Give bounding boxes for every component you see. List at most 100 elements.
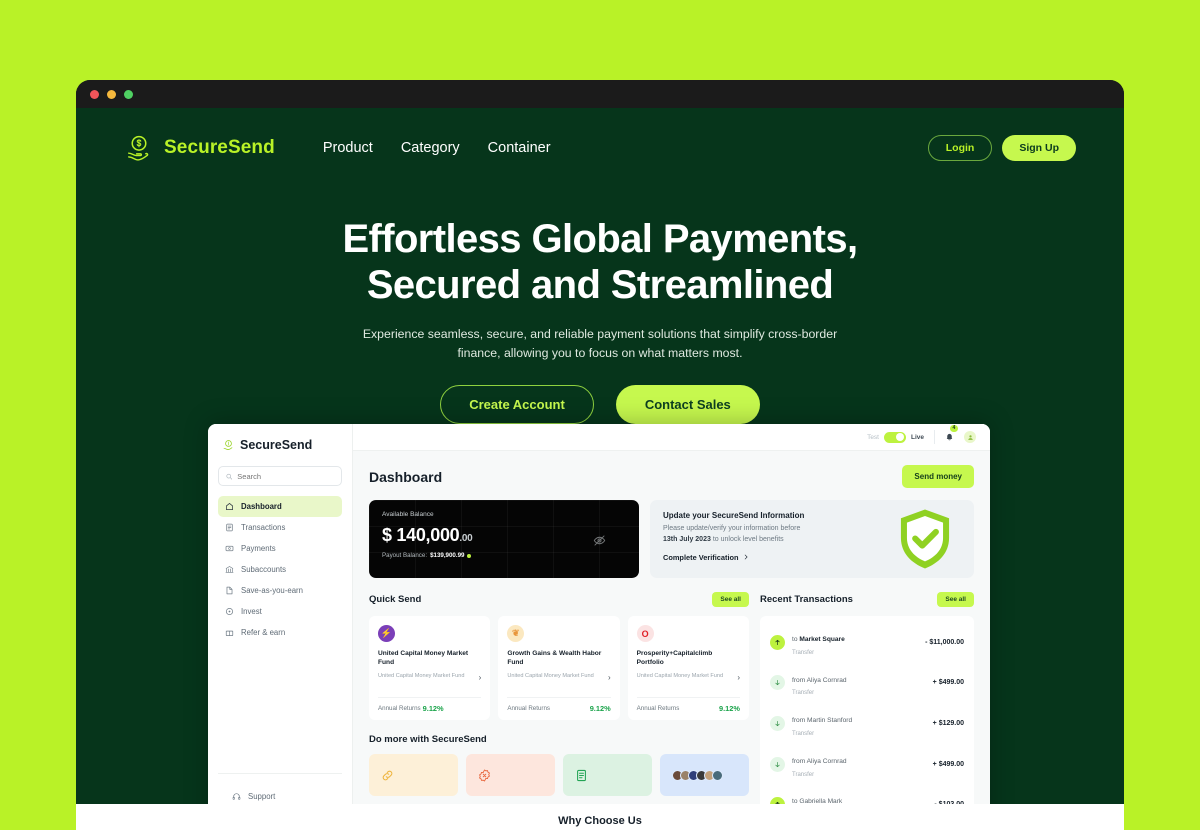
- transaction-amount: + $499.00: [932, 760, 964, 768]
- avatar-icon: [967, 434, 973, 440]
- do-more-tile-invoice[interactable]: [563, 754, 652, 796]
- sidebar-item-payments[interactable]: Payments: [218, 538, 342, 559]
- fund-icon: O: [636, 625, 654, 642]
- transactions-see-all-button[interactable]: See all: [937, 592, 974, 607]
- transaction-row[interactable]: from Aliya Cornrad Transfer + $499.00: [768, 744, 966, 785]
- create-account-button[interactable]: Create Account: [440, 384, 594, 424]
- sidebar-item-label: Subaccounts: [241, 565, 287, 574]
- sidebar-item-subaccounts[interactable]: Subaccounts: [218, 559, 342, 580]
- browser-window: SecureSend Product Category Container Lo…: [76, 80, 1124, 830]
- do-more-tile-badge[interactable]: [466, 754, 555, 796]
- do-more-tile-team[interactable]: [660, 754, 749, 796]
- fund-returns-row: Annual Returns 9.12%: [636, 697, 740, 713]
- sidebar-item-save-as-you-earn[interactable]: Save-as-you-earn: [218, 580, 342, 601]
- sidebar-item-transactions[interactable]: Transactions: [218, 517, 342, 538]
- sidebar-item-invest[interactable]: Invest: [218, 601, 342, 622]
- fund-card[interactable]: O Prosperity+Capitalclimb Portfolio Unit…: [627, 616, 749, 720]
- nav-link-container[interactable]: Container: [488, 140, 551, 156]
- arrow-down-icon: [770, 675, 785, 691]
- site-header: SecureSend Product Category Container Lo…: [76, 108, 1124, 188]
- shield-check-icon: [900, 509, 950, 569]
- arrow-up-icon: [770, 634, 785, 650]
- eye-off-icon[interactable]: [593, 534, 606, 547]
- sidebar-item-refer-and-earn[interactable]: Refer & earn: [218, 622, 342, 643]
- fund-card[interactable]: ❦ Growth Gains & Wealth Habor Fund Unite…: [498, 616, 620, 720]
- verification-body-line2: to unlock level benefits: [710, 535, 784, 543]
- quick-send-header: Quick Send See all: [369, 592, 749, 607]
- landing-page: SecureSend Product Category Container Lo…: [76, 108, 1124, 830]
- notifications-button[interactable]: 4: [945, 425, 958, 446]
- chevron-right-icon[interactable]: ›: [608, 673, 611, 682]
- fund-name: Growth Gains & Wealth Habor Fund: [507, 650, 602, 666]
- verification-body: Please update/verify your information be…: [663, 524, 843, 546]
- complete-verification-label: Complete Verification: [663, 552, 739, 562]
- nav-link-product[interactable]: Product: [323, 140, 373, 156]
- nav-link-category[interactable]: Category: [401, 140, 460, 156]
- quick-send-title: Quick Send: [369, 594, 422, 605]
- transaction-row[interactable]: to Market Square Transfer - $11,000.00: [768, 622, 966, 663]
- environment-switch: Test Live: [867, 431, 924, 443]
- fund-card[interactable]: ⚡ United Capital Money Market Fund Unite…: [369, 616, 491, 720]
- mode-test-label: Test: [867, 433, 879, 441]
- fund-middle-row: United Capital Money Market Fund ›: [507, 673, 610, 682]
- fund-subtitle: United Capital Money Market Fund: [507, 673, 594, 680]
- search-input[interactable]: [237, 471, 334, 481]
- recent-transactions-title: Recent Transactions: [760, 594, 853, 605]
- topbar-divider: [934, 430, 935, 444]
- arrow-down-icon: [770, 756, 785, 772]
- fund-name: United Capital Money Market Fund: [378, 650, 469, 666]
- home-icon: [226, 503, 233, 510]
- site-brand-name: SecureSend: [164, 137, 275, 158]
- dashboard-brand-name: SecureSend: [240, 438, 313, 452]
- fund-returns-value: 9.12%: [719, 704, 740, 713]
- fund-name: Prosperity+Capitalclimb Portfolio: [636, 650, 713, 666]
- card-icon: [225, 545, 234, 552]
- fund-icon: ⚡: [378, 625, 395, 642]
- contact-sales-button[interactable]: Contact Sales: [615, 384, 760, 424]
- transaction-row[interactable]: from Aliya Cornrad Transfer + $499.00: [768, 663, 966, 704]
- do-more-tile-payment-link[interactable]: [369, 754, 458, 796]
- transaction-type: Transfer: [792, 649, 815, 656]
- why-choose-us-section: Why Choose Us: [76, 804, 1124, 830]
- fund-subtitle: United Capital Money Market Fund: [378, 673, 465, 680]
- summary-cards: Available Balance $ 140,000.00 Payout Ba…: [369, 500, 974, 578]
- dashboard-main: Test Live 4 Dashboard Send money Availab…: [353, 424, 990, 830]
- list-icon: [226, 523, 233, 532]
- window-maximize-button[interactable]: [124, 89, 133, 99]
- site-header-actions: Login Sign Up: [927, 135, 1076, 161]
- window-minimize-button[interactable]: [107, 89, 116, 99]
- bell-icon: [946, 433, 953, 441]
- dashboard-lower: Quick Send See all ⚡ United Capital Mone…: [369, 578, 974, 830]
- balance-label: Available Balance: [382, 511, 434, 518]
- search-box[interactable]: [218, 466, 342, 486]
- environment-toggle[interactable]: [883, 431, 906, 443]
- do-more-title: Do more with SecureSend: [369, 734, 487, 745]
- chevron-right-icon[interactable]: ›: [737, 673, 740, 682]
- site-logo[interactable]: SecureSend: [124, 133, 275, 163]
- payout-label: Payout Balance:: [382, 552, 428, 559]
- notification-badge: 4: [950, 425, 958, 432]
- send-money-button[interactable]: Send money: [902, 465, 974, 488]
- user-menu-button[interactable]: [964, 431, 976, 443]
- chevron-right-icon: [744, 554, 748, 560]
- login-button[interactable]: Login: [927, 135, 993, 161]
- transaction-info: to Market Square Transfer: [792, 627, 845, 658]
- sidebar-item-dashboard[interactable]: Dashboard: [218, 496, 342, 517]
- hero-actions: Create Account Contact Sales: [76, 384, 1124, 424]
- balance-currency: $: [382, 525, 392, 545]
- chevron-right-icon[interactable]: ›: [479, 673, 482, 682]
- verification-body-line1: Please update/verify your information be…: [663, 525, 801, 532]
- signup-button[interactable]: Sign Up: [1002, 135, 1076, 161]
- transaction-amount: + $129.00: [932, 719, 964, 727]
- transaction-title: to Market Square: [792, 636, 845, 643]
- quick-send-see-all-button[interactable]: See all: [712, 592, 749, 607]
- dashboard-logo[interactable]: SecureSend: [218, 436, 342, 452]
- transaction-list: to Market Square Transfer - $11,000.00 f…: [760, 616, 974, 830]
- hero-subtitle: Experience seamless, secure, and reliabl…: [362, 326, 838, 360]
- transaction-type: Transfer: [792, 730, 815, 737]
- transaction-row[interactable]: from Martin Stanford Transfer + $129.00: [768, 703, 966, 744]
- fund-returns-label: Annual Returns: [507, 705, 550, 712]
- window-close-button[interactable]: [90, 89, 99, 99]
- dashboard-preview: SecureSend Dashboard: [208, 424, 990, 830]
- quick-send-section: Quick Send See all ⚡ United Capital Mone…: [369, 578, 749, 830]
